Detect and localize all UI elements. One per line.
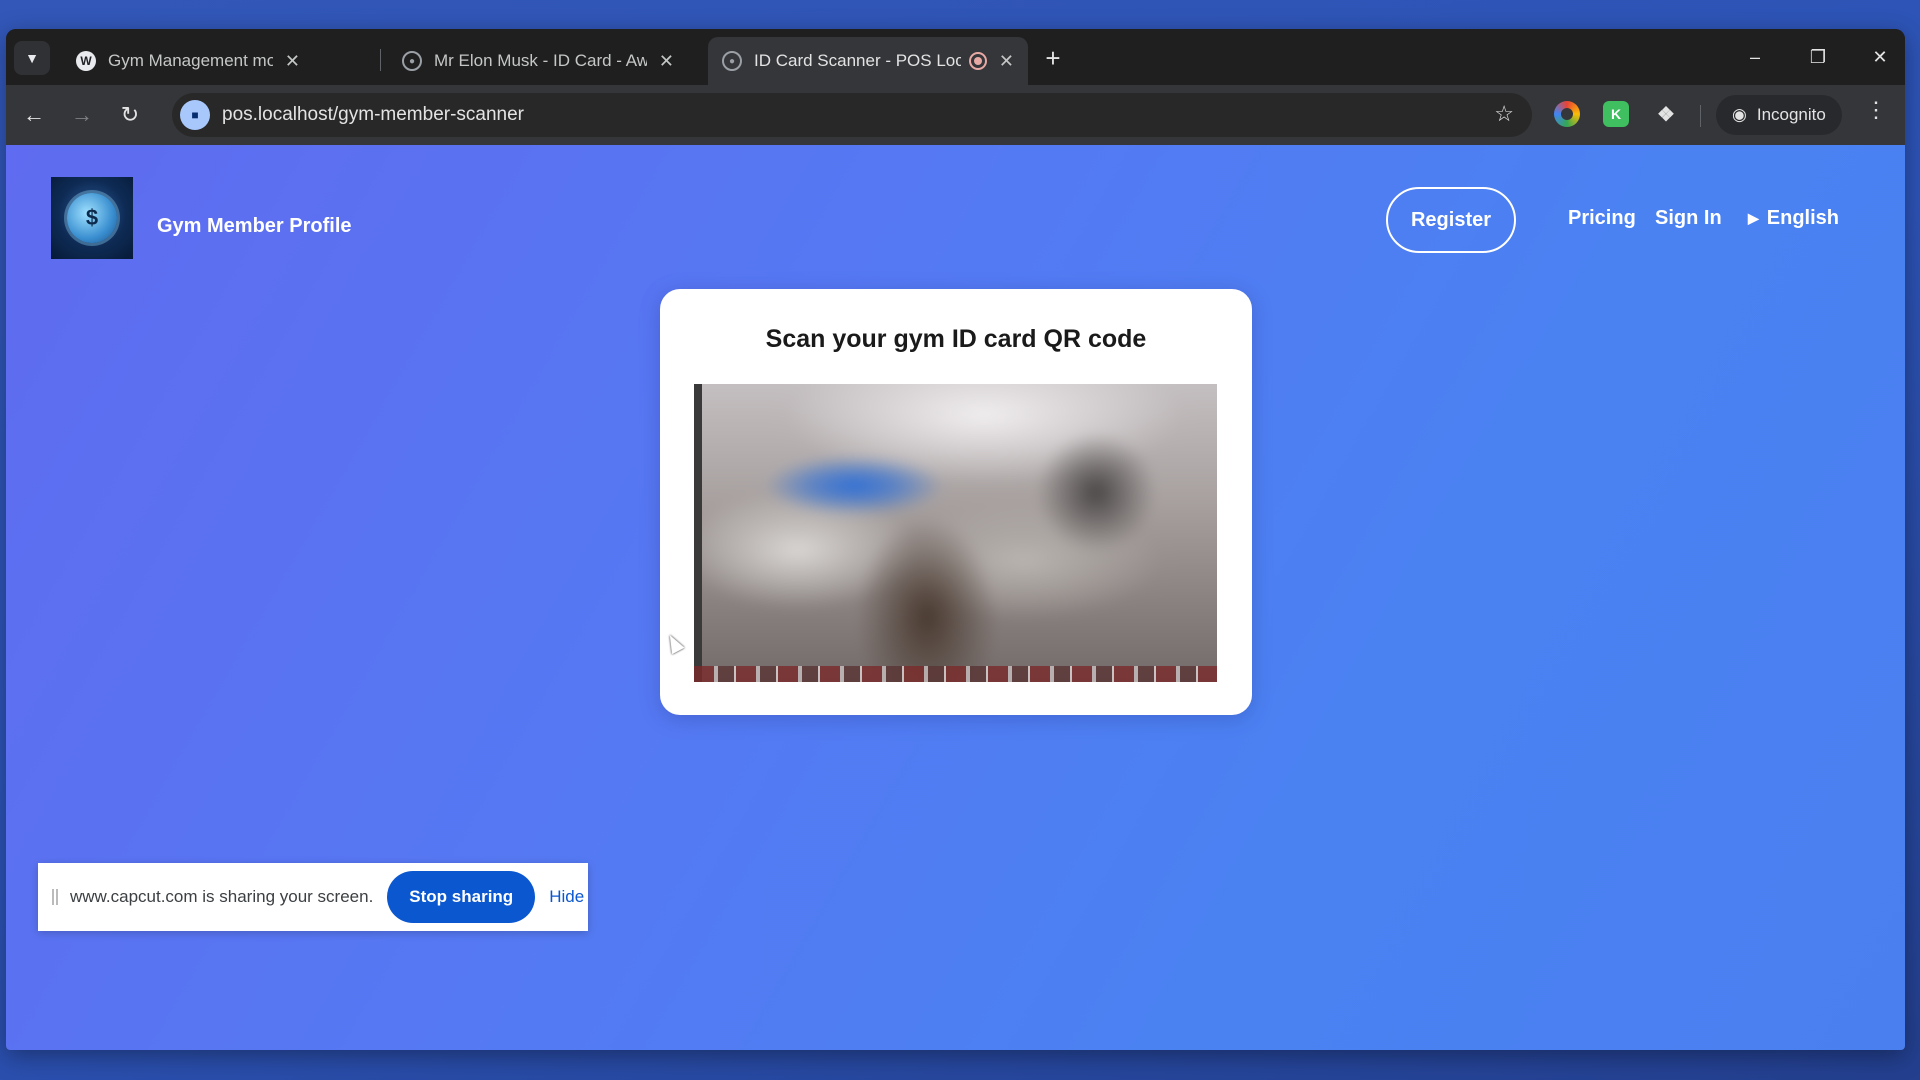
tab-gym-management[interactable]: W Gym Management module for … ✕ — [62, 37, 314, 85]
language-selector[interactable]: ▶ English — [1748, 207, 1839, 230]
scanner-card: Scan your gym ID card QR code — [660, 289, 1252, 715]
camera-edge — [694, 384, 702, 682]
k-extension-icon[interactable]: K — [1603, 101, 1629, 127]
tab-title: Mr Elon Musk - ID Card - Awes… — [434, 51, 647, 70]
globe-icon: ● — [402, 51, 422, 71]
tab-title: Gym Management module for … — [108, 51, 273, 70]
wordpress-icon: W — [76, 51, 96, 71]
scanner-title: Scan your gym ID card QR code — [765, 325, 1147, 353]
new-tab-button[interactable]: + — [1038, 43, 1068, 73]
back-button[interactable]: ← — [16, 97, 52, 133]
tab-id-card-scanner[interactable]: ● ID Card Scanner - POS Loca… ✕ — [708, 37, 1028, 85]
incognito-indicator[interactable]: ◉ Incognito — [1716, 95, 1842, 135]
incognito-label: Incognito — [1756, 105, 1826, 124]
play-triangle-icon: ▶ — [1748, 210, 1759, 226]
globe-dollar-icon: $ — [67, 193, 117, 243]
tab-separator — [380, 49, 381, 71]
restore-button[interactable]: ❐ — [1798, 39, 1838, 75]
stop-sharing-button[interactable]: Stop sharing — [387, 871, 536, 923]
browser-toolbar: ← → ↻ ■ pos.localhost/gym-member-scanner… — [6, 85, 1905, 145]
chevron-down-icon: ▼ — [25, 50, 39, 66]
close-icon[interactable]: ✕ — [999, 51, 1014, 72]
browser-menu-button[interactable]: ⋮ — [1861, 97, 1891, 123]
forward-button[interactable]: → — [64, 97, 100, 133]
globe-icon: ● — [722, 51, 742, 71]
camera-feed[interactable] — [694, 384, 1217, 682]
camera-bottom-strip — [694, 666, 1217, 682]
site-logo[interactable]: $ — [51, 177, 133, 259]
pricing-link[interactable]: Pricing — [1568, 207, 1636, 230]
tab-strip: ▼ W Gym Management module for … ✕ ● Mr E… — [6, 29, 1905, 85]
hide-button[interactable]: Hide — [549, 887, 584, 907]
address-bar[interactable]: ■ pos.localhost/gym-member-scanner ☆ — [172, 93, 1532, 137]
extensions-puzzle-icon[interactable]: ❖ — [1653, 101, 1679, 127]
close-window-button[interactable]: ✕ — [1860, 39, 1900, 75]
screen-share-bar: www.capcut.com is sharing your screen. S… — [38, 863, 588, 931]
camera-image — [694, 384, 1217, 682]
close-icon[interactable]: ✕ — [285, 51, 300, 72]
share-message: www.capcut.com is sharing your screen. — [70, 887, 374, 906]
star-icon[interactable]: ☆ — [1494, 101, 1514, 127]
language-label: English — [1766, 207, 1840, 229]
tab-search-button[interactable]: ▼ — [14, 41, 50, 75]
register-button[interactable]: Register — [1386, 187, 1516, 253]
minimize-button[interactable]: – — [1735, 39, 1775, 75]
incognito-icon: ◉ — [1732, 105, 1747, 124]
camera-permission-icon[interactable]: ■ — [180, 100, 210, 130]
tab-title: ID Card Scanner - POS Loca… — [754, 51, 961, 70]
tab-elon-id-card[interactable]: ● Mr Elon Musk - ID Card - Awes… ✕ — [388, 37, 688, 85]
toolbar-separator — [1700, 105, 1701, 127]
sign-in-link[interactable]: Sign In — [1655, 207, 1722, 230]
recording-icon — [968, 52, 987, 70]
close-icon[interactable]: ✕ — [659, 51, 674, 72]
drag-handle-icon[interactable] — [52, 889, 58, 905]
address-url[interactable]: pos.localhost/gym-member-scanner — [222, 104, 524, 126]
brand-title[interactable]: Gym Member Profile — [157, 215, 352, 238]
reload-button[interactable]: ↻ — [112, 97, 148, 133]
color-extension-icon[interactable] — [1554, 101, 1580, 127]
